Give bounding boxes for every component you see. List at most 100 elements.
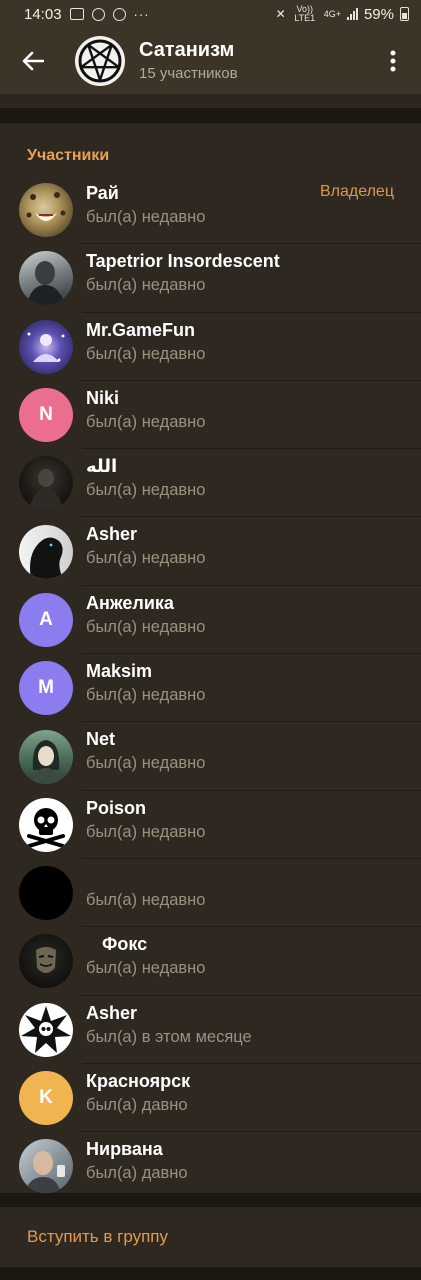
member-name: Анжелика (86, 592, 174, 613)
avatar (19, 456, 73, 511)
header-gap (0, 94, 421, 108)
figure-photo-icon (27, 332, 65, 362)
avatar-letter: K (19, 1071, 73, 1125)
member-name: الله (86, 456, 118, 477)
member-name: Фокс (102, 934, 148, 955)
battery-icon (400, 7, 409, 21)
member-status: был(а) недавно (86, 822, 206, 841)
member-name: Красноярск (86, 1070, 191, 1091)
avatar-letter: N (19, 388, 73, 443)
bottom-divider (0, 1193, 421, 1207)
contacts-icon (112, 7, 126, 21)
avatar-letter: A (19, 592, 73, 647)
avatar (19, 866, 73, 921)
member-status: был(а) в этом месяце (86, 1027, 252, 1046)
mute-icon: ✕ (275, 7, 286, 21)
bottom-edge (0, 1267, 421, 1280)
member-status: был(а) недавно (86, 208, 206, 226)
more-vertical-icon (390, 50, 396, 72)
network-type: 4G+ (323, 8, 341, 19)
guy-fawkes-mask-icon (36, 947, 56, 974)
member-count: 15 участников (139, 64, 238, 82)
section-divider (0, 108, 421, 123)
chat-header: Сатанизм 15 участников (0, 28, 421, 94)
battery-percent: 59% (363, 5, 394, 23)
gallery-icon (69, 8, 84, 20)
avatar-letter: M (19, 661, 73, 716)
member-row[interactable]: N Niki был(а) недавно (0, 381, 421, 450)
member-row[interactable]: Asher был(а) в этом месяце (0, 996, 421, 1064)
group-title: Сатанизм (139, 38, 235, 61)
member-row[interactable]: Mr.GameFun был(а) недавно (0, 313, 421, 381)
member-status: был(а) давно (86, 1164, 188, 1183)
anime-girl-icon (31, 739, 61, 784)
member-row[interactable]: был(а) недавно (0, 859, 421, 928)
member-row[interactable]: Нирвана был(а) давно (0, 1132, 421, 1200)
avatar (19, 934, 73, 989)
avatar (19, 319, 73, 374)
member-name: Mr.GameFun (86, 319, 196, 340)
member-name: Niki (86, 387, 120, 408)
member-list: Рай был(а) недавно Владелец Tapetrior In… (0, 176, 421, 1200)
member-name: Asher (86, 524, 138, 545)
member-status: был(а) недавно (86, 549, 206, 568)
member-status: был(а) давно (86, 1095, 188, 1114)
member-row[interactable]: Фокс был(а) недавно (0, 927, 421, 996)
pentagram-icon (78, 39, 122, 83)
member-name: Poison (86, 797, 147, 818)
member-row[interactable]: Net был(а) недавно (0, 722, 421, 791)
member-status: был(а) недавно (86, 754, 206, 773)
member-status: был(а) недавно (86, 890, 206, 909)
member-status: был(а) недавно (86, 481, 206, 500)
person-photo-icon (27, 261, 65, 306)
member-row[interactable]: Рай был(а) недавно Владелец (0, 176, 421, 245)
member-name: Net (86, 729, 116, 750)
status-bar: 14:03 ··· ✕ Vo)) LTE1 4G+ 59% (0, 0, 421, 28)
members-section-title: Участники (27, 147, 110, 164)
member-name: Нирвана (86, 1139, 163, 1160)
avatar (19, 183, 73, 238)
avatar (19, 251, 73, 306)
arrow-left-icon (22, 51, 44, 71)
member-status: был(а) недавно (86, 617, 206, 636)
join-group-button[interactable]: Вступить в группу (0, 1207, 421, 1267)
panther-icon (30, 537, 63, 579)
hooded-figure-icon (29, 469, 63, 511)
member-status: был(а) недавно (86, 686, 206, 705)
member-row[interactable]: K Красноярск был(а) давно (0, 1064, 421, 1133)
members-panel: Участники Рай был(а) недавно Владелец Ta… (0, 123, 421, 1194)
back-button[interactable] (0, 28, 66, 94)
group-avatar[interactable] (75, 36, 125, 86)
member-row[interactable]: Asher был(а) недавно (0, 517, 421, 586)
more-notifications-icon: ··· (133, 6, 150, 22)
member-row[interactable]: Tapetrior Insordescent был(а) недавно (0, 244, 421, 313)
volte-indicator: Vo)) LTE1 (294, 4, 316, 23)
member-row[interactable]: الله был(а) недавно (0, 449, 421, 518)
avatar (19, 1002, 73, 1057)
avatar (19, 729, 73, 784)
more-menu-button[interactable] (365, 28, 421, 94)
member-name: Tapetrior Insordescent (86, 251, 280, 272)
skull-crossbones-icon (27, 807, 65, 848)
avatar (19, 524, 73, 579)
member-name: Maksim (86, 661, 153, 682)
man-photo-icon (25, 1151, 65, 1194)
leopard-photo-icon (26, 192, 66, 222)
group-info[interactable]: Сатанизм 15 участников (139, 39, 238, 84)
status-time: 14:03 (24, 5, 62, 23)
member-status: был(а) недавно (86, 412, 206, 431)
member-status: был(а) недавно (86, 276, 206, 295)
signal-icon (346, 8, 358, 20)
member-row[interactable]: A Анжелика был(а) недавно (0, 586, 421, 655)
skull-star-icon (21, 1005, 71, 1053)
member-status: был(а) недавно (86, 959, 206, 978)
avatar (19, 797, 73, 852)
youtube-icon (91, 7, 105, 21)
member-name: Рай (86, 183, 119, 203)
avatar (19, 1139, 73, 1194)
member-row[interactable]: Poison был(а) недавно (0, 791, 421, 859)
owner-badge: Владелец (319, 183, 394, 200)
member-row[interactable]: M Maksim был(а) недавно (0, 654, 421, 723)
member-status: был(а) недавно (86, 344, 206, 363)
member-name: Asher (86, 1002, 138, 1023)
